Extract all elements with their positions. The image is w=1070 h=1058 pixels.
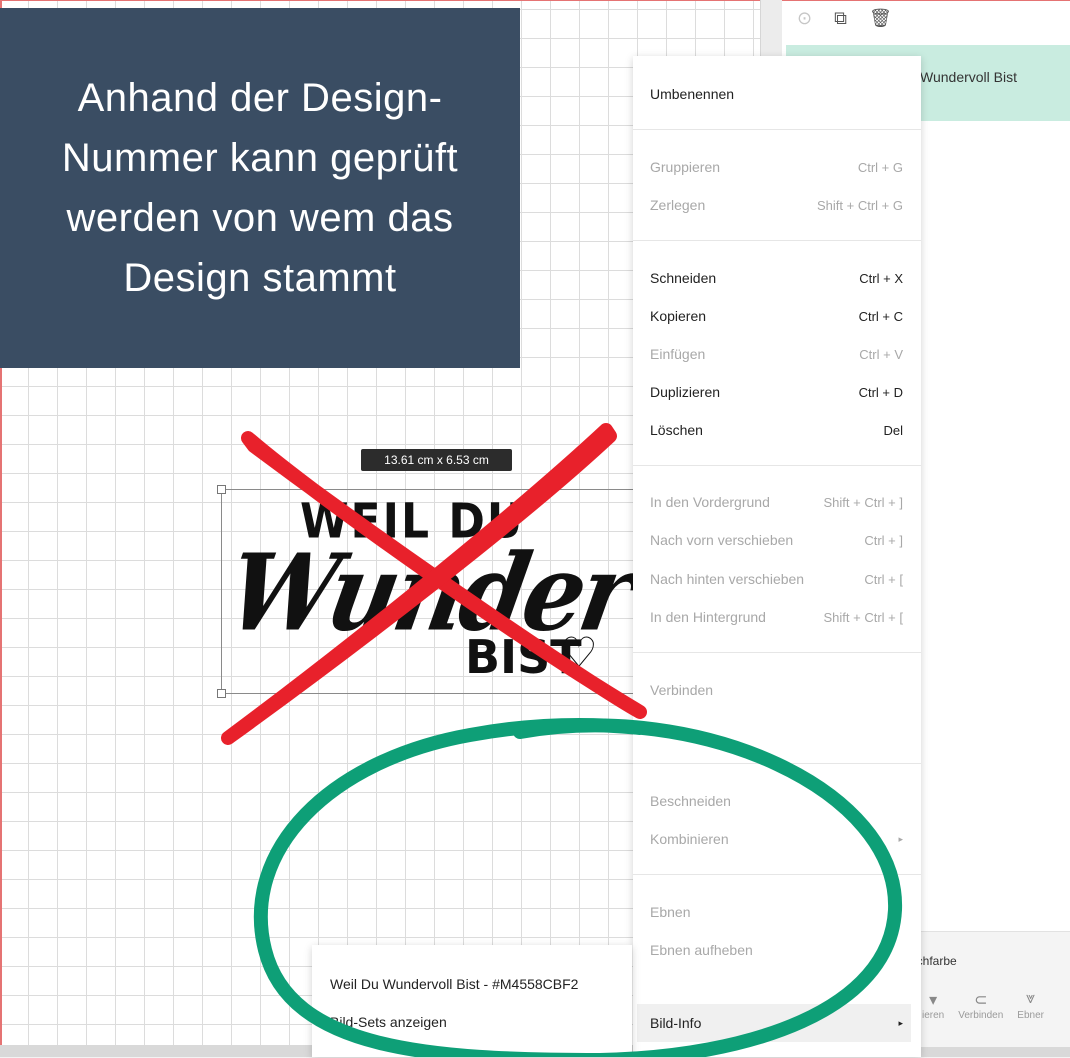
green-circle-outline — [253, 717, 903, 1057]
annotation-layer — [221, 423, 903, 1057]
